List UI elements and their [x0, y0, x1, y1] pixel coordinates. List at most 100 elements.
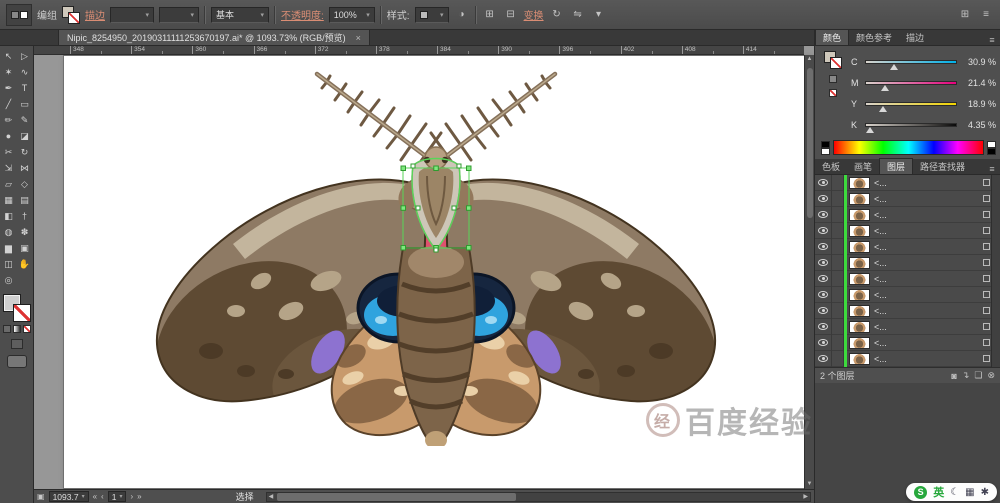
slider-thumb[interactable] [880, 84, 889, 91]
opacity-combo[interactable]: 100% ▾ [328, 6, 375, 23]
visibility-toggle[interactable] [815, 334, 832, 351]
layer-row[interactable]: <... [815, 318, 1000, 335]
layers-scrollbar[interactable] [991, 175, 1000, 367]
vertical-scrollbar[interactable]: ▲ ▼ [804, 55, 814, 489]
selection-indicator[interactable] [983, 243, 990, 250]
tab-color[interactable]: 颜色 [815, 29, 850, 45]
next-artboard-icon[interactable]: › [130, 492, 133, 501]
make-mask-icon[interactable]: ◙ [951, 371, 956, 381]
visibility-toggle[interactable] [815, 302, 832, 319]
panel-menu-icon[interactable]: ≡ [984, 164, 1000, 174]
lock-toggle[interactable] [832, 222, 844, 239]
channel-value[interactable]: 18.9 % [962, 99, 996, 109]
layer-row[interactable]: <... [815, 350, 1000, 367]
tool-rotate[interactable]: ↻ [17, 144, 33, 160]
zoom-combo[interactable]: 1093.7 ▾ [48, 491, 89, 502]
slider-thumb[interactable] [865, 126, 874, 133]
selection-indicator[interactable] [983, 195, 990, 202]
scroll-right-icon[interactable]: ▶ [801, 493, 810, 500]
stroke-swatch[interactable] [12, 304, 31, 322]
selection-indicator[interactable] [983, 323, 990, 330]
lock-toggle[interactable] [832, 286, 844, 303]
tab-brushes[interactable]: 画笔 [847, 158, 879, 174]
tool-column-graph[interactable]: ▆ [1, 240, 17, 256]
tool-width[interactable]: ⋈ [17, 160, 33, 176]
flip-icon[interactable]: ⇋ [570, 7, 586, 23]
draw-mode-button[interactable] [10, 339, 23, 349]
selection-indicator[interactable] [983, 307, 990, 314]
toolbox-icon[interactable]: ✱ [981, 487, 989, 498]
lock-toggle[interactable] [832, 174, 844, 191]
layer-name[interactable]: <... [870, 274, 983, 284]
selection-indicator[interactable] [983, 275, 990, 282]
prev-artboard-icon[interactable]: ‹ [101, 492, 104, 501]
selection-indicator[interactable] [983, 211, 990, 218]
tool-selection[interactable]: ↖ [1, 48, 17, 64]
lock-toggle[interactable] [832, 206, 844, 223]
ime-toolbar[interactable]: S 英 ☾ ▦ ✱ [906, 483, 997, 501]
tool-type[interactable]: T [17, 80, 33, 96]
lock-toggle[interactable] [832, 334, 844, 351]
document-tab[interactable]: Nipic_8254950_20190311111253670197.ai* @… [58, 29, 370, 45]
scroll-left-icon[interactable]: ◀ [267, 493, 276, 500]
visibility-toggle[interactable] [815, 190, 832, 207]
visibility-toggle[interactable] [815, 238, 832, 255]
spectrum-end-swatches[interactable] [987, 140, 996, 155]
layer-row[interactable]: <... [815, 302, 1000, 319]
yellow-slider[interactable] [865, 101, 957, 112]
white-swatch[interactable] [987, 140, 996, 148]
layer-row[interactable]: <... [815, 190, 1000, 207]
screen-mode-button[interactable] [6, 355, 27, 368]
tool-shape-builder[interactable]: ◇ [17, 176, 33, 192]
tab-pathfinder[interactable]: 路径查找器 [913, 158, 972, 174]
tool-pen[interactable]: ✒ [1, 80, 17, 96]
visibility-toggle[interactable] [815, 286, 832, 303]
new-sublayer-icon[interactable]: ↴ [962, 370, 970, 381]
layer-row[interactable]: <... [815, 270, 1000, 287]
canvas-area[interactable]: 348 354 360 366 372 378 384 390 396 402 … [34, 46, 814, 489]
selection-indicator[interactable] [983, 259, 990, 266]
magenta-slider[interactable] [865, 80, 957, 91]
layer-name[interactable]: <... [870, 210, 983, 220]
last-artboard-icon[interactable]: » [137, 492, 141, 501]
stroke-width-combo[interactable]: ▾ [110, 6, 154, 23]
visibility-toggle[interactable] [815, 206, 832, 223]
lock-toggle[interactable] [832, 190, 844, 207]
black-slider[interactable] [865, 122, 957, 133]
tool-blend[interactable]: ◍ [1, 224, 17, 240]
tool-paintbrush[interactable]: ✏ [1, 112, 17, 128]
layer-name[interactable]: <... [870, 354, 983, 364]
tool-line-segment[interactable]: ╱ [1, 96, 17, 112]
rotate-icon[interactable]: ↻ [549, 7, 565, 23]
layer-name[interactable]: <... [870, 306, 983, 316]
layer-name[interactable]: <... [870, 226, 983, 236]
tab-color-guide[interactable]: 颜色参考 [849, 29, 899, 45]
black-swatch[interactable] [821, 140, 830, 148]
scroll-up-icon[interactable]: ▲ [807, 55, 813, 64]
tool-pencil[interactable]: ✎ [17, 112, 33, 128]
lock-toggle[interactable] [832, 318, 844, 335]
visibility-toggle[interactable] [815, 254, 832, 271]
workspace-icon[interactable]: ⊞ [957, 7, 973, 23]
delete-layer-icon[interactable]: ⊗ [987, 370, 995, 381]
tool-rectangle[interactable]: ▭ [17, 96, 33, 112]
slider-thumb[interactable] [879, 105, 888, 112]
status-corner-icon[interactable]: ▣ [37, 492, 45, 501]
tool-eraser[interactable]: ◪ [17, 128, 33, 144]
layer-row[interactable]: <... [815, 238, 1000, 255]
black-white-swatches[interactable] [821, 140, 830, 155]
tool-eyedropper[interactable]: † [17, 208, 33, 224]
layer-name[interactable]: <... [870, 242, 983, 252]
panel-fill-stroke[interactable] [824, 51, 842, 69]
recolor-artwork-icon[interactable]: ◑ [454, 7, 470, 23]
hscroll-thumb[interactable] [277, 492, 517, 501]
tool-gradient[interactable]: ◧ [1, 208, 17, 224]
align-icon[interactable]: ⊞ [482, 7, 498, 23]
tool-blob-brush[interactable]: ● [1, 128, 17, 144]
layer-name[interactable]: <... [870, 178, 983, 188]
visibility-toggle[interactable] [815, 318, 832, 335]
keyboard-icon[interactable]: ▦ [965, 487, 974, 498]
visibility-toggle[interactable] [815, 174, 832, 191]
channel-value[interactable]: 30.9 % [962, 57, 996, 67]
tab-stroke[interactable]: 描边 [899, 29, 931, 45]
